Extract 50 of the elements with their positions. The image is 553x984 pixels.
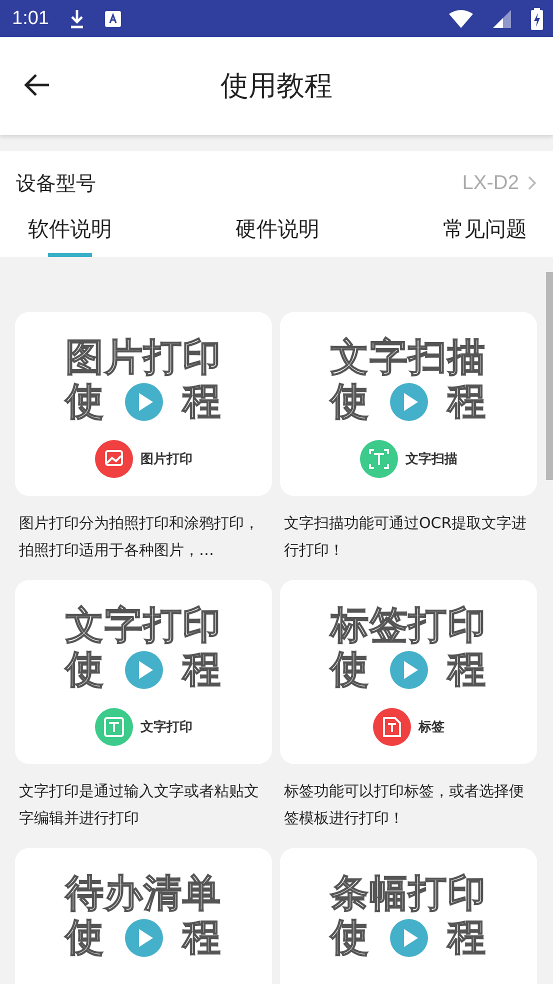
cover-subtitle: 使 — [66, 916, 104, 960]
tab[interactable]: 硬件说明 — [236, 209, 320, 257]
video-thumbnail[interactable]: 标签打印 使 程 标签 — [280, 580, 537, 764]
status-time: 1:01 — [12, 8, 49, 30]
cover-subtitle: 使 — [66, 648, 104, 692]
cover-subtitle: 使 — [330, 916, 370, 960]
tutorial-description: 文字扫描功能可通过OCR提取文字进行打印！ — [284, 513, 528, 561]
video-thumbnail[interactable]: 文字扫描 使 程 文字扫描 — [280, 312, 537, 496]
cover-badge-label: 文字扫描 — [406, 450, 458, 468]
play-icon — [124, 651, 162, 689]
cover-subtitle: 程 — [182, 380, 222, 424]
play-icon — [390, 383, 428, 421]
app-notification-icon — [104, 10, 121, 26]
battery-icon — [531, 8, 543, 30]
cover-subtitle: 程 — [182, 648, 222, 692]
chevron-icon — [527, 175, 537, 191]
cover-badge-label: 标签 — [418, 718, 444, 736]
play-icon — [124, 919, 162, 957]
video-thumbnail[interactable]: 文字打印 使 程 文字打印 — [15, 580, 272, 764]
page-title: 使用教程 — [220, 68, 332, 104]
cover-title: 文字打印 — [66, 604, 222, 648]
cover-subtitle: 使 — [330, 380, 370, 424]
tutorial-description: 标签功能可以打印标签，或者选择便签模板进行打印！ — [284, 781, 525, 829]
cover-title: 文字扫描 — [330, 336, 486, 380]
tab[interactable]: 软件说明 — [28, 209, 112, 257]
cover-subtitle: 程 — [448, 380, 486, 424]
download-icon — [68, 8, 85, 28]
tutorial-description: 图片打印分为拍照打印和涂鸦打印，拍照打印适用于各种图片，… — [19, 513, 260, 561]
cover-badge-label: 文字打印 — [140, 718, 192, 736]
cover-title: 标签打印 — [330, 604, 486, 648]
wifi-icon — [449, 10, 473, 28]
cover-badge-label: 图片打印 — [140, 450, 192, 468]
play-icon — [390, 919, 428, 957]
cover-subtitle: 程 — [448, 916, 486, 960]
tutorial-description: 文字打印是通过输入文字或者粘贴文字编辑并进行打印 — [19, 781, 260, 829]
tab[interactable]: 常见问题 — [443, 209, 527, 257]
cover-subtitle: 使 — [66, 380, 104, 424]
video-thumbnail[interactable]: 条幅打印 使 程 — [280, 848, 537, 984]
cover-title: 待办清单 — [66, 872, 222, 916]
signal-icon — [493, 10, 511, 28]
play-icon — [124, 383, 162, 421]
video-thumbnail[interactable]: 图片打印 使 程 图片打印 — [15, 312, 272, 496]
cover-title: 条幅打印 — [330, 872, 486, 916]
play-icon — [390, 651, 428, 689]
cover-title: 图片打印 — [66, 336, 222, 380]
cover-subtitle: 使 — [330, 648, 370, 692]
cover-subtitle: 程 — [182, 916, 222, 960]
video-thumbnail[interactable]: 待办清单 使 程 — [15, 848, 272, 984]
cover-subtitle: 程 — [448, 648, 486, 692]
device-model-label: 设备型号 — [16, 170, 96, 196]
